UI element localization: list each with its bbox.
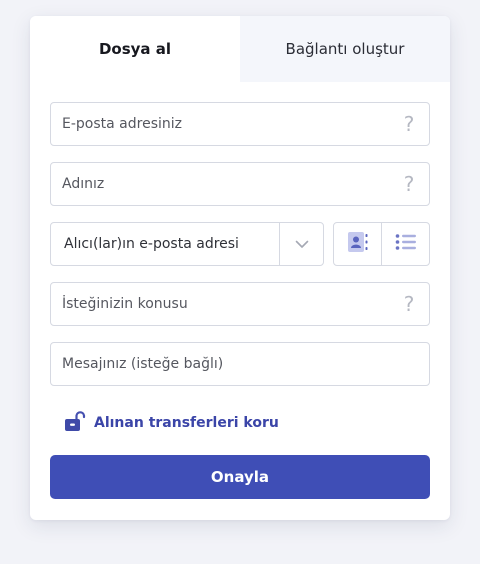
name-field[interactable]: Adınız ? (50, 162, 430, 206)
recipient-email-placeholder: Alıcı(lar)ın e-posta adresi (64, 236, 239, 252)
tab-bar: Dosya al Bağlantı oluştur (30, 16, 450, 82)
email-field[interactable]: E-posta adresiniz ? (50, 102, 430, 146)
subject-help-icon[interactable]: ? (389, 292, 429, 316)
protect-transfers-label: Alınan transferleri koru (94, 415, 279, 431)
confirm-button[interactable]: Onayla (50, 455, 430, 499)
chevron-down-icon[interactable] (279, 223, 323, 265)
subject-field[interactable]: İsteğinizin konusu ? (50, 282, 430, 326)
name-help-icon[interactable]: ? (389, 172, 429, 196)
subject-field-placeholder: İsteğinizin konusu (62, 296, 188, 312)
list-view-button[interactable] (381, 223, 429, 265)
contact-book-icon (347, 231, 369, 257)
list-icon (395, 233, 417, 255)
tab-receive-file[interactable]: Dosya al (30, 16, 240, 82)
message-field-placeholder: Mesajınız (isteğe bağlı) (62, 356, 224, 372)
unlocked-padlock-icon (64, 410, 86, 436)
recipient-email-field[interactable]: Alıcı(lar)ın e-posta adresi (50, 222, 324, 266)
request-files-card: Dosya al Bağlantı oluştur E-posta adresi… (30, 16, 450, 520)
name-field-placeholder: Adınız (62, 176, 105, 192)
email-field-placeholder: E-posta adresiniz (62, 116, 182, 132)
email-help-icon[interactable]: ? (389, 112, 429, 136)
message-field[interactable]: Mesajınız (isteğe bağlı) (50, 342, 430, 386)
contacts-button[interactable] (334, 223, 381, 265)
recipient-tools (333, 222, 430, 266)
tab-create-link[interactable]: Bağlantı oluştur (240, 16, 450, 82)
protect-transfers-toggle[interactable]: Alınan transferleri koru (64, 410, 279, 436)
